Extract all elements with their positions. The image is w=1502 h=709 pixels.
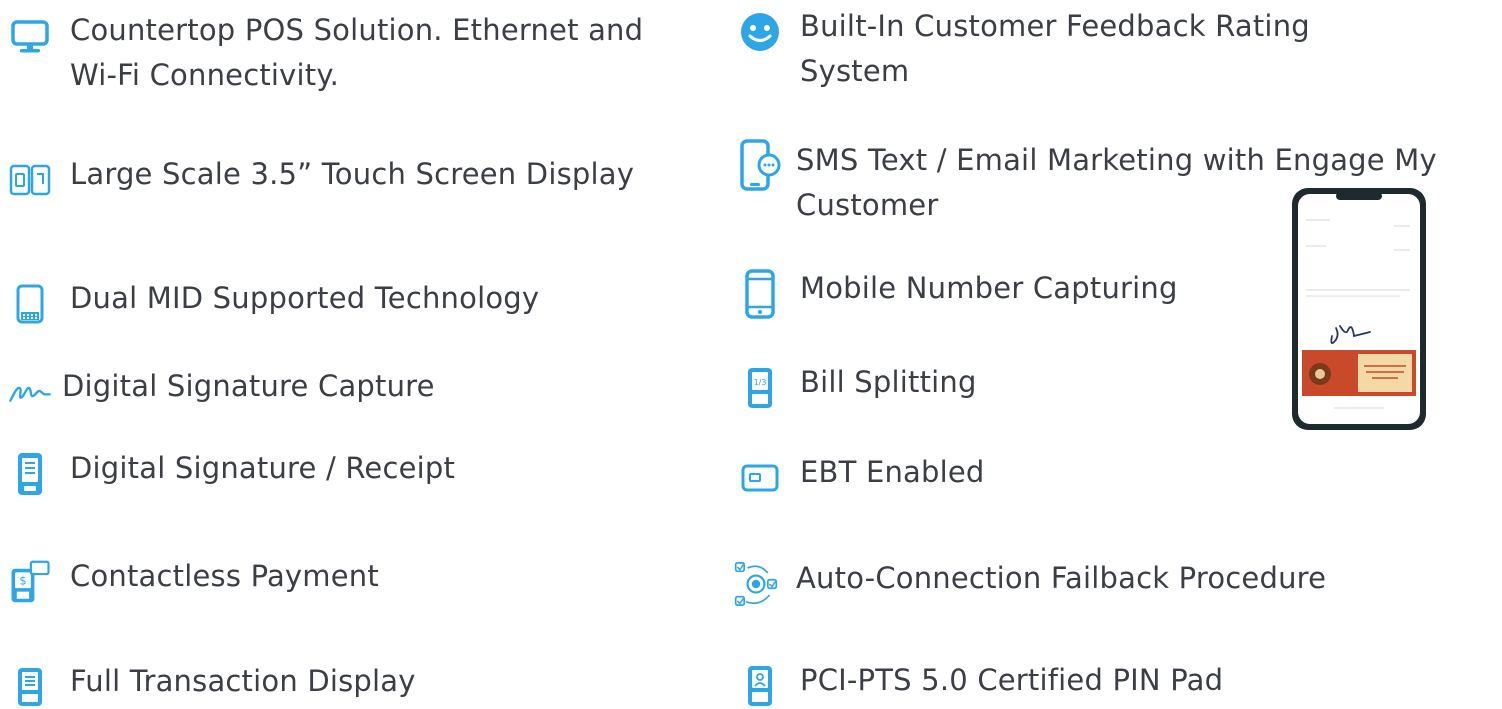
feature-label: EBT Enabled bbox=[800, 455, 985, 489]
phone-mockup-image bbox=[1290, 186, 1428, 432]
pin-pad-icon bbox=[738, 664, 782, 708]
mobile-phone-icon bbox=[738, 269, 782, 319]
phone-chat-icon bbox=[738, 139, 782, 191]
monitor-icon bbox=[8, 14, 52, 58]
feature-dual-mid: Dual MID Supported Technology bbox=[8, 281, 690, 326]
auto-connection-icon bbox=[734, 562, 778, 606]
feature-label: Digital Signature Capture bbox=[62, 369, 435, 403]
contactless-terminal-icon: $ bbox=[8, 560, 52, 604]
feature-label: Digital Signature / Receipt bbox=[70, 451, 456, 485]
dual-screen-icon bbox=[8, 158, 52, 202]
feature-touch-screen: Large Scale 3.5” Touch Screen Display bbox=[8, 157, 690, 202]
transaction-terminal-icon bbox=[8, 665, 52, 709]
feature-bill-splitting: 1/3 Bill Splitting bbox=[738, 365, 1280, 410]
signature-icon bbox=[8, 370, 52, 414]
svg-text:$: $ bbox=[19, 574, 26, 588]
feature-label: Built-In Customer Feedback Rating System bbox=[800, 9, 1310, 88]
feature-label: Large Scale 3.5” Touch Screen Display bbox=[70, 157, 635, 191]
feature-label: Auto-Connection Failback Procedure bbox=[796, 561, 1327, 595]
feature-digital-signature-capture: Digital Signature Capture bbox=[8, 369, 682, 414]
card-icon bbox=[738, 456, 782, 500]
feature-label: Countertop POS Solution. Ethernet and Wi… bbox=[70, 13, 644, 92]
feature-auto-connection-failback: Auto-Connection Failback Procedure bbox=[734, 561, 1456, 606]
feature-pci-pts-pin-pad: PCI-PTS 5.0 Certified PIN Pad bbox=[738, 663, 1360, 708]
feature-contactless-payment: $ Contactless Payment bbox=[8, 559, 690, 604]
feature-label: Mobile Number Capturing bbox=[800, 271, 1178, 305]
feature-ebt-enabled: EBT Enabled bbox=[738, 455, 1280, 500]
receipt-terminal-icon bbox=[8, 452, 52, 496]
feature-mobile-number-capturing: Mobile Number Capturing bbox=[738, 269, 1280, 319]
terminal-icon bbox=[8, 282, 52, 326]
feature-label: Contactless Payment bbox=[70, 559, 379, 593]
feature-label: Bill Splitting bbox=[800, 365, 977, 399]
feature-customer-feedback: Built-In Customer Feedback Rating System bbox=[738, 9, 1400, 94]
feature-countertop-pos: Countertop POS Solution. Ethernet and Wi… bbox=[8, 13, 690, 98]
feature-digital-receipt: Digital Signature / Receipt bbox=[8, 451, 690, 496]
bill-split-terminal-icon: 1/3 bbox=[738, 366, 782, 410]
smiley-icon bbox=[738, 10, 782, 54]
feature-full-transaction-display: Full Transaction Display bbox=[8, 664, 690, 709]
feature-label: Dual MID Supported Technology bbox=[70, 281, 540, 315]
svg-text:1/3: 1/3 bbox=[754, 378, 767, 387]
feature-label: Full Transaction Display bbox=[70, 664, 416, 698]
feature-label: PCI-PTS 5.0 Certified PIN Pad bbox=[800, 663, 1224, 697]
